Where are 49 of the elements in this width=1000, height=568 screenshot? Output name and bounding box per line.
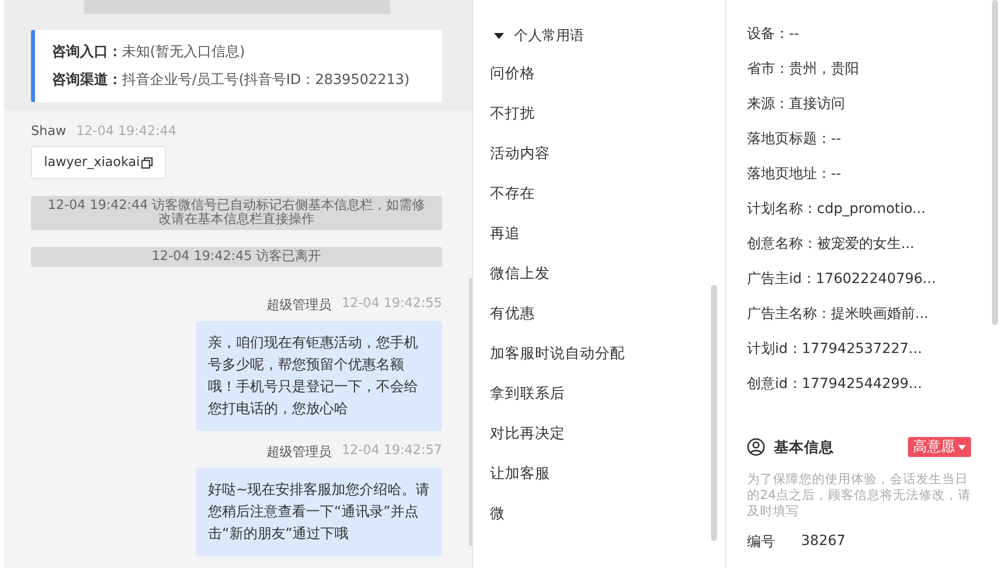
system-message: 12-04 19:42:44 访客微信号已自动标记右侧基本信息栏，如需修改请在基本信息栏直接操作: [31, 196, 442, 230]
phrase-item[interactable]: 加客服时说自动分配: [490, 344, 725, 384]
scrollbar-thumb[interactable]: [711, 285, 717, 541]
info-field: 落地页地址：--: [747, 164, 1000, 199]
phrase-item[interactable]: 让加客服: [490, 464, 725, 504]
message-bubble: 好哒~现在安排客服加您介绍哈。请您稍后注意查看一下“通讯录”并点击“新的朋友”通过下哦: [196, 468, 442, 556]
info-field: 计划id：177942537227...: [747, 339, 1000, 374]
field-value: 38267: [801, 533, 846, 551]
info-field: 省市：贵州，贵阳: [747, 59, 1000, 94]
info-field: 落地页标题：--: [747, 129, 1000, 164]
sender-name: 超级管理员: [266, 444, 332, 461]
entry-value: 未知(暂无入口信息): [122, 44, 245, 60]
info-field: 广告主id：176022240796...: [747, 269, 1000, 304]
notice-text: 为了保障您的使用体验，会话发生当日的24点之后，顾客信息将无法修改，请及时填写: [747, 471, 972, 519]
phrase-item[interactable]: 微信上发: [490, 264, 725, 304]
info-field: 创意id：177942544299...: [747, 374, 1000, 409]
message-time: 12-04 19:42:44: [76, 124, 176, 139]
scrollbar-thumb[interactable]: [992, 0, 998, 325]
group-header[interactable]: 个人常用语: [473, 0, 725, 46]
copy-icon[interactable]: [140, 156, 153, 168]
caret-icon: [958, 444, 966, 450]
section-title: 基本信息: [774, 438, 835, 456]
system-message: 12-04 19:42:45 访客已离开: [31, 247, 442, 267]
phrase-item[interactable]: 有优惠: [490, 304, 725, 344]
user-icon: [747, 438, 765, 456]
info-field: 创意名称：被宠爱的女生...: [747, 234, 1000, 269]
entry-label: 咨询渠道：: [52, 72, 122, 88]
phrase-item[interactable]: 不打扰: [490, 104, 725, 144]
entry-value: 抖音企业号/员工号(抖音号ID：2839502213): [122, 72, 410, 88]
info-field: 来源：直接访问: [747, 94, 1000, 129]
message-text: lawyer_xiaokai: [44, 155, 140, 170]
sender-name: 超级管理员: [266, 297, 332, 314]
info-field: 计划名称：cdp_promotio...: [747, 199, 1000, 234]
message-time: 12-04 19:42:57: [342, 443, 442, 460]
message-bubble: 亲，咱们现在有钜惠活动，您手机号多少呢，帮您预留个优惠名额哦！手机号只是登记一下，不会给您打电话的，您放心哈: [196, 321, 442, 431]
phrase-item[interactable]: 对比再决定: [490, 424, 725, 464]
phrase-item[interactable]: 活动内容: [490, 144, 725, 184]
phrase-item[interactable]: 微: [490, 504, 725, 544]
info-field: 设备：--: [747, 24, 1000, 59]
phrase-item[interactable]: 问价格: [490, 64, 725, 104]
phrase-item[interactable]: 再追: [490, 224, 725, 264]
phrase-item[interactable]: 拿到联系后: [490, 384, 725, 424]
sender-name: Shaw: [31, 124, 66, 139]
entry-label: 咨询入口：: [52, 44, 122, 60]
caret-icon: [494, 33, 504, 39]
message-time: 12-04 19:42:55: [342, 296, 442, 313]
info-field: 广告主名称：提米映画婚前...: [747, 304, 1000, 339]
field-label: 编号: [747, 533, 775, 551]
phrase-item[interactable]: 不存在: [490, 184, 725, 224]
